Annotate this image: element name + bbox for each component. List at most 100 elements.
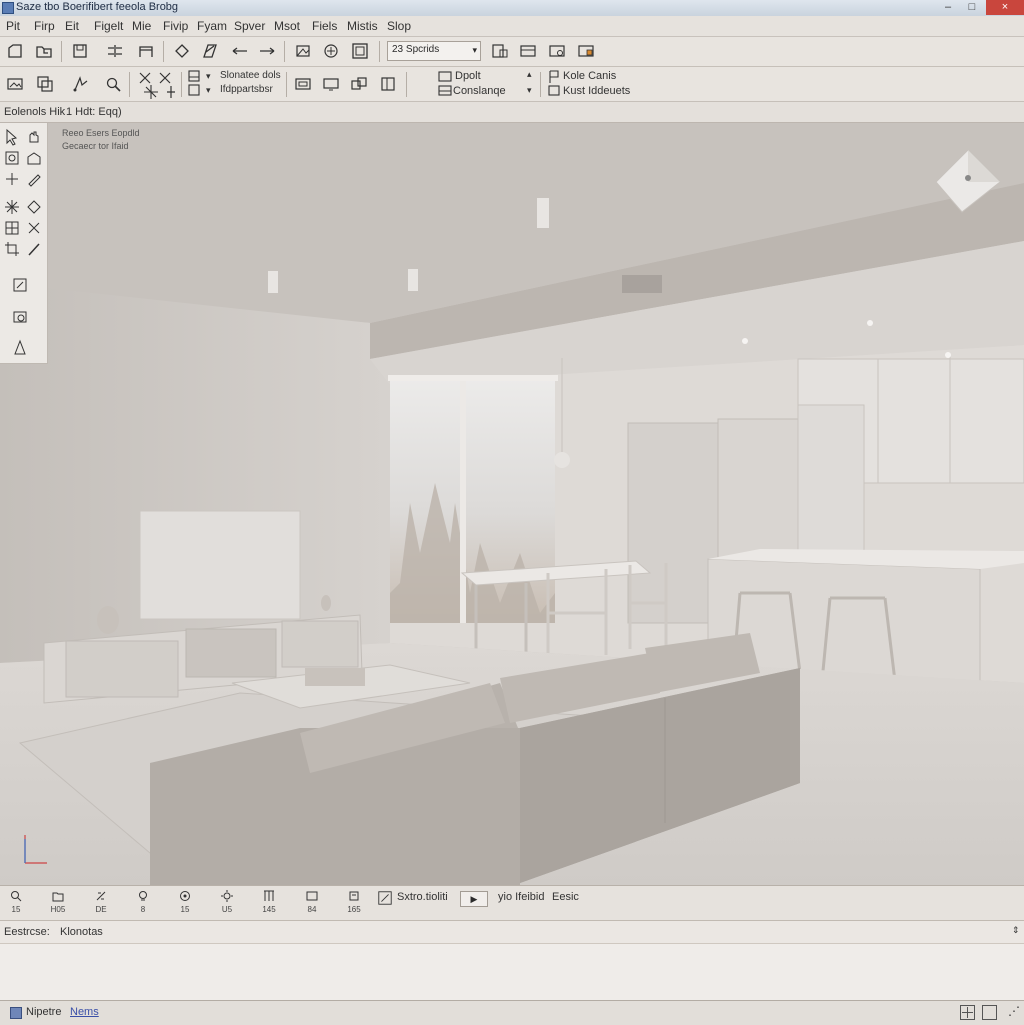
copy-icon[interactable]	[34, 74, 56, 94]
options-label[interactable]: Eolenols Hik	[4, 106, 65, 118]
bottom-label[interactable]: Sxtro.tioliti	[397, 891, 448, 903]
render-region-icon[interactable]	[517, 41, 539, 61]
menu-item[interactable]: Mie	[132, 19, 151, 33]
bottom-tool[interactable]: 145	[254, 889, 284, 914]
diamond-icon[interactable]	[24, 197, 44, 217]
scroll-arrow-icon[interactable]: ⇕	[1012, 925, 1020, 936]
orbit-icon[interactable]	[320, 41, 342, 61]
open-folder-icon[interactable]	[33, 41, 55, 61]
bottom-tool[interactable]: 8	[128, 889, 158, 914]
monitor-icon[interactable]	[320, 74, 342, 94]
menu-item[interactable]: Fyam	[197, 19, 227, 33]
status-value[interactable]: Klonotas	[60, 926, 103, 938]
menu-item[interactable]: Eit	[65, 19, 79, 33]
light-label[interactable]: Kust Iddeuets	[563, 85, 630, 97]
bottom-label[interactable]: yio Ifeibid	[498, 891, 544, 903]
bottom-tool[interactable]: H05	[43, 889, 73, 914]
arrow-right-icon[interactable]	[256, 41, 278, 61]
toolbar-chevron-icon[interactable]: ▾	[206, 71, 211, 82]
box-icon[interactable]	[377, 74, 399, 94]
export-icon[interactable]	[575, 41, 597, 61]
search-icon[interactable]	[102, 74, 124, 94]
bottom-toolbar: 15 H05 DE 8 15 U5 145 84 165 Sxtro.tioli…	[0, 885, 1024, 920]
target-icon	[180, 891, 190, 901]
bottom-tool[interactable]: U5	[212, 889, 242, 914]
star-icon[interactable]	[2, 197, 22, 217]
brush-icon[interactable]	[24, 239, 44, 259]
save-icon[interactable]	[69, 41, 91, 61]
footer-link[interactable]: Nems	[70, 1006, 99, 1018]
bottom-tool[interactable]: 165	[339, 889, 369, 914]
viewport-info: Reeo Esers Eopdld Gecaecr tor Ifaid	[62, 127, 140, 153]
pencil-icon[interactable]	[24, 169, 44, 189]
distribute-icon[interactable]	[184, 81, 206, 101]
hand-icon[interactable]	[24, 127, 44, 147]
resize-grip-icon[interactable]: ⋰	[1008, 1004, 1020, 1018]
close-button[interactable]: ×	[986, 0, 1024, 15]
view-cube[interactable]	[934, 148, 1002, 214]
menu-item[interactable]: Fiels	[312, 19, 337, 33]
chevron-up-icon[interactable]: ▴	[527, 69, 532, 80]
menu-item[interactable]: Msot	[274, 19, 300, 33]
select-arrow-icon[interactable]	[2, 127, 22, 147]
light-bulb-icon[interactable]	[10, 338, 30, 358]
layers-icon[interactable]	[104, 41, 126, 61]
menu-item[interactable]: Slop	[387, 19, 411, 33]
menu-item[interactable]: Firp	[34, 19, 55, 33]
transform-icon[interactable]	[292, 41, 314, 61]
constraint-label[interactable]: Conslanqe	[453, 85, 506, 97]
scale-icon[interactable]	[24, 148, 44, 168]
minimize-button[interactable]: –	[936, 0, 960, 15]
toolbar-label[interactable]: Ifdppartsbsr	[220, 84, 273, 95]
split-view-icon[interactable]	[348, 74, 370, 94]
camera-view-icon[interactable]	[10, 307, 30, 327]
play-button[interactable]: ▶	[460, 891, 488, 907]
bottom-tool[interactable]: DE	[86, 889, 116, 914]
edit-icon[interactable]	[377, 890, 393, 906]
wand-icon[interactable]	[2, 169, 22, 189]
menu-item[interactable]: Figelt	[94, 19, 123, 33]
skew-icon[interactable]	[199, 41, 221, 61]
arrow-left-icon[interactable]	[229, 41, 251, 61]
new-file-icon[interactable]	[4, 41, 26, 61]
footer-icon	[10, 1007, 22, 1019]
app-icon	[2, 2, 14, 14]
bottom-tool[interactable]: 15	[170, 889, 200, 914]
toolbar-chevron-icon[interactable]: ▾	[206, 85, 211, 96]
material-icon[interactable]	[546, 41, 568, 61]
menu-bar: Pit Firp Eit Figelt Mie Fivip Fyam Spver…	[0, 16, 1024, 37]
chevron-down-icon[interactable]: ▾	[527, 85, 532, 96]
light-icon[interactable]	[543, 81, 565, 101]
axis-icon[interactable]	[160, 82, 182, 102]
render-icon[interactable]	[489, 41, 511, 61]
3d-viewport[interactable]	[0, 123, 1024, 885]
diamond-icon[interactable]	[171, 41, 193, 61]
grid-toggle-icon[interactable]	[960, 1005, 975, 1020]
display-label[interactable]: Dpolt	[455, 70, 481, 82]
view-preset-select[interactable]: 23 Spcrids ▾	[387, 41, 481, 61]
measure-icon[interactable]	[10, 275, 30, 295]
frame-toggle-icon[interactable]	[982, 1005, 997, 1020]
panel-icon[interactable]	[292, 74, 314, 94]
maximize-button[interactable]: □	[960, 0, 984, 15]
bottom-tool[interactable]: 15	[1, 889, 31, 914]
image-frame-icon[interactable]	[4, 74, 26, 94]
grid-icon[interactable]	[2, 218, 22, 238]
menu-item[interactable]: Pit	[6, 19, 20, 33]
menu-item[interactable]: Fivip	[163, 19, 188, 33]
crop-icon[interactable]	[2, 239, 22, 259]
toolbar-label[interactable]: Slonatee dols	[220, 70, 281, 81]
menu-item[interactable]: Spver	[234, 19, 265, 33]
window-icon[interactable]	[135, 41, 157, 61]
rotate-icon[interactable]	[2, 148, 22, 168]
node-edit-icon[interactable]	[70, 74, 92, 94]
camera-label[interactable]: Kole Canis	[563, 70, 616, 82]
cut-icon[interactable]	[24, 218, 44, 238]
bottom-tool[interactable]: 84	[297, 889, 327, 914]
options-value[interactable]: 1 Hdt: Eqq)	[66, 106, 122, 118]
menu-item[interactable]: Mistis	[347, 19, 378, 33]
frame-icon[interactable]	[349, 41, 371, 61]
bottom-label[interactable]: Eesic	[552, 891, 579, 903]
window-title: Saze tbo Boerifibert feeola Brobg	[16, 1, 179, 13]
snap-icon[interactable]	[140, 82, 162, 102]
